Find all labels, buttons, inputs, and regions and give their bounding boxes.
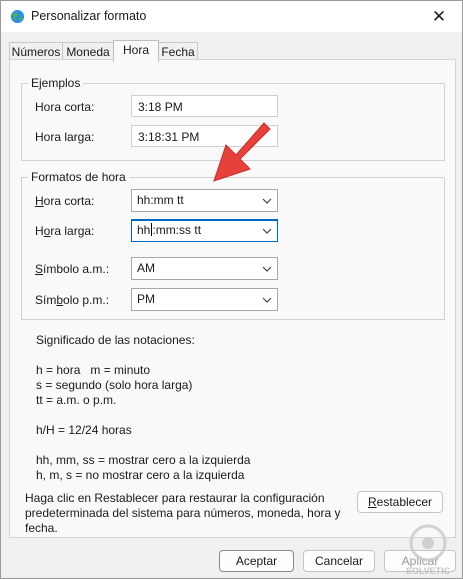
title-bar[interactable]: Personalizar formato ✕ (1, 1, 462, 32)
pm-symbol-label: Símbolo p.m.: (35, 293, 110, 307)
chevron-down-icon (262, 198, 272, 204)
examples-legend: Ejemplos (31, 76, 81, 90)
am-symbol-value: AM (137, 261, 155, 275)
cancel-button[interactable]: Cancelar (303, 550, 375, 572)
annotation-arrow-icon (213, 122, 271, 182)
am-symbol-select[interactable]: AM (131, 257, 278, 280)
short-time-label: Hora corta: (35, 194, 95, 208)
long-time-label: Hora larga: (35, 224, 95, 238)
short-time-format-select[interactable]: hh:mm tt (131, 189, 278, 212)
tab-hora[interactable]: Hora (113, 40, 159, 62)
window-title: Personalizar formato (31, 9, 147, 23)
short-time-format-value: hh:mm tt (137, 193, 184, 207)
am-symbol-label: Símbolo a.m.: (35, 262, 110, 276)
notes-line: s = segundo (solo hora larga) (36, 378, 193, 392)
notes-line: tt = a.m. o p.m. (36, 393, 117, 407)
notes-heading: Significado de las notaciones: (36, 333, 195, 347)
example-short-value: 3:18 PM (131, 95, 278, 117)
example-short-label: Hora corta: (35, 100, 95, 114)
close-button[interactable]: ✕ (416, 1, 462, 32)
ok-button[interactable]: Aceptar (219, 550, 294, 572)
notes-line: h/H = 12/24 horas (36, 423, 132, 437)
long-time-format-value-end: :mm:ss tt (152, 223, 202, 237)
pm-symbol-value: PM (137, 292, 155, 306)
watermark-text: SOLVETIC (406, 566, 451, 576)
chevron-down-icon (262, 297, 272, 303)
notes-line: hh, mm, ss = mostrar cero a la izquierda (36, 453, 251, 467)
globe-icon (10, 9, 25, 24)
notes-line: h = hora m = minuto (36, 363, 151, 377)
close-icon: ✕ (431, 6, 447, 26)
chevron-down-icon (262, 266, 272, 272)
reset-description: predeterminada del sistema para números,… (25, 506, 341, 520)
reset-button[interactable]: Restablecer (357, 491, 443, 513)
pm-symbol-select[interactable]: PM (131, 288, 278, 311)
dialog-window: Personalizar formato ✕ Números Moneda Ho… (0, 0, 463, 579)
time-formats-legend: Formatos de hora (31, 170, 126, 184)
reset-description: Haga clic en Restablecer para restaurar … (25, 491, 325, 505)
example-long-label: Hora larga: (35, 130, 95, 144)
long-time-format-value-start: hh (137, 223, 151, 237)
watermark-logo-icon: SOLVETIC (406, 524, 451, 576)
notes-line: h, m, s = no mostrar cero a la izquierda (36, 468, 245, 482)
reset-description: fecha. (25, 521, 58, 535)
long-time-format-select[interactable]: hh:mm:ss tt (131, 219, 278, 242)
chevron-down-icon (262, 228, 272, 234)
